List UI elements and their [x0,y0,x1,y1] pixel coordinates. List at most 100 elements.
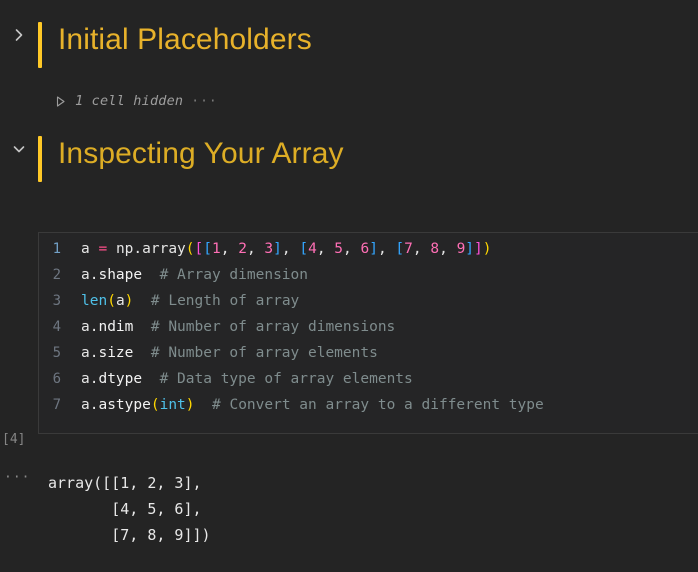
hidden-cell-ellipsis[interactable]: ··· [191,94,217,109]
code-token: 1 [212,241,221,257]
code-token: # Number of array dimensions [150,319,396,335]
play-triangle-icon[interactable] [54,95,67,108]
code-token: , [377,241,396,257]
code-token: [ [194,241,204,257]
page-title-inspecting-your-array: Inspecting Your Array [58,137,344,170]
code-token: len [81,293,108,309]
code-token: , [412,241,431,257]
code-token: a [81,345,90,361]
line-number: 1 [52,241,61,257]
code-token: ( [150,397,160,413]
code-lines: 1a = np.array([[1, 2, 3], [4, 5, 6], [7,… [39,241,698,423]
code-line[interactable]: 1a = np.array([[1, 2, 3], [4, 5, 6], [7,… [39,241,698,267]
hidden-cell-label: 1 cell hidden [75,93,184,109]
code-token: ( [107,293,116,309]
code-line-text: a.dtype # Data type of array elements [81,371,698,387]
output-ellipsis-icon[interactable]: ··· [0,470,38,485]
code-line-text: a.size # Number of array elements [81,345,698,361]
code-cell-container: 1a = np.array([[1, 2, 3], [4, 5, 6], [7,… [0,232,698,434]
line-number: 2 [52,267,61,283]
code-token: 5 [334,241,344,257]
code-token: a [81,267,90,283]
code-token: ndim [98,319,134,335]
code-token: 4 [308,241,317,257]
code-token: 6 [360,241,370,257]
code-line[interactable]: 3 len(a) # Length of array [39,293,698,319]
code-token: , [220,241,239,257]
code-token: 8 [430,241,440,257]
code-line-text: a.shape # Array dimension [81,267,698,283]
line-number: 7 [52,397,61,413]
code-token: , [246,241,265,257]
code-token: [ [203,241,212,257]
code-token: a [81,241,90,257]
code-token: , [281,241,300,257]
code-token: a [81,397,90,413]
code-line-text: a.ndim # Number of array dimensions [81,319,698,335]
code-token: = [98,241,108,257]
code-token: a [115,293,125,309]
code-token: # Length of array [150,293,300,309]
code-token: a [81,319,90,335]
code-token: ] [369,241,378,257]
code-line-text: a = np.array([[1, 2, 3], [4, 5, 6], [7, … [81,241,698,257]
line-number: 3 [52,293,61,309]
code-token: ( [185,241,195,257]
code-token: size [98,345,134,361]
line-number: 5 [52,345,61,361]
code-token: [ [299,241,309,257]
cell-output-block: ··· array([[1, 2, 3], [4, 5, 6], [7, 8, … [0,470,698,548]
line-number: 6 [52,371,61,387]
code-token: astype [98,397,151,413]
code-token: . [133,241,143,257]
code-line-text: len(a) # Length of array [81,293,698,309]
code-token: ] [465,241,475,257]
page-title-initial-placeholders: Initial Placeholders [58,23,312,56]
code-token: # Data type of array elements [159,371,413,387]
code-line-text: a.astype(int) # Convert an array to a di… [81,397,698,413]
code-token: 3 [264,241,274,257]
code-token: ] [273,241,282,257]
code-line[interactable]: 2 a.shape # Array dimension [39,267,698,293]
code-token: 7 [404,241,413,257]
code-token: [ [395,241,405,257]
chevron-down-icon[interactable] [0,136,38,157]
code-token: dtype [98,371,143,387]
code-token: 2 [238,241,247,257]
code-editor[interactable]: 1a = np.array([[1, 2, 3], [4, 5, 6], [7,… [38,232,698,434]
code-token: # Convert an array to a different type [212,397,544,413]
code-token: a [81,371,90,387]
code-token: , [316,241,335,257]
chevron-right-glyph [11,27,27,43]
markdown-section-inspecting-your-array: Inspecting Your Array [0,136,344,182]
code-token: ] [474,241,483,257]
chevron-down-glyph [11,141,27,157]
code-token: 9 [456,241,466,257]
code-token: # Number of array elements [150,345,378,361]
code-token: ) [185,397,195,413]
code-token: , [439,241,457,257]
output-text: array([[1, 2, 3], [4, 5, 6], [7, 8, 9]]) [48,474,211,544]
code-line[interactable]: 5 a.size # Number of array elements [39,345,698,371]
code-token: np [115,241,134,257]
code-line[interactable]: 6 a.dtype # Data type of array elements [39,371,698,397]
code-line[interactable]: 4 a.ndim # Number of array dimensions [39,319,698,345]
hidden-cell-row[interactable]: 1 cell hidden ··· [0,93,218,109]
chevron-right-icon[interactable] [0,22,38,43]
markdown-section-initial-placeholders: Initial Placeholders [0,22,312,68]
code-token: # Array dimension [159,267,308,283]
code-token: int [159,397,186,413]
execution-count-row: [4] [0,432,38,447]
code-token: shape [98,267,143,283]
code-token: , [343,241,361,257]
code-token: ) [482,241,492,257]
line-number: 4 [52,319,61,335]
code-line[interactable]: 7 a.astype(int) # Convert an array to a d… [39,397,698,423]
